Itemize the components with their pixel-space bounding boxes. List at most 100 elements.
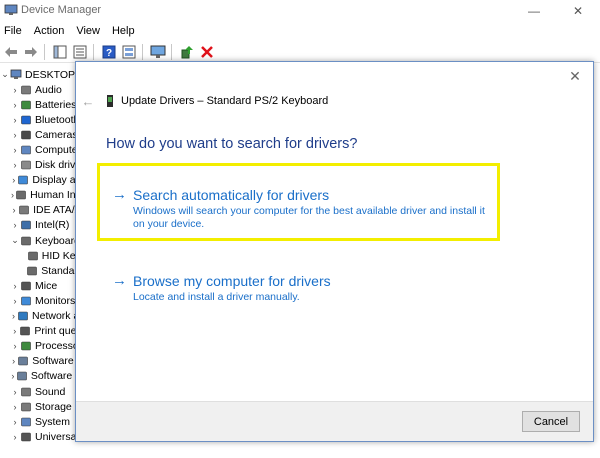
chevron-right-icon[interactable]: ›: [10, 384, 20, 399]
chevron-right-icon[interactable]: ›: [10, 97, 20, 112]
keyboard-icon: [26, 265, 38, 277]
tree-view-icon: [53, 45, 67, 58]
option-title: Search automatically for drivers: [133, 186, 330, 203]
bluetooth-icon: [20, 114, 32, 126]
display-icon: [17, 174, 29, 186]
tree-item-label: Storage: [35, 400, 72, 413]
chip-icon: [20, 219, 32, 231]
tree-root-label: DESKTOP: [25, 68, 75, 81]
toolbar-separator: [44, 43, 45, 60]
system-icon: [20, 416, 32, 428]
help-icon: ?: [102, 45, 116, 59]
keyboard-icon: [20, 235, 32, 247]
chevron-right-icon[interactable]: ›: [10, 399, 20, 414]
chevron-right-icon[interactable]: ›: [10, 112, 20, 127]
minimize-button[interactable]: —: [512, 0, 556, 22]
properties-icon: [73, 45, 87, 58]
tree-item-label: Universal: [35, 430, 79, 443]
chevron-right-icon[interactable]: ›: [10, 339, 20, 354]
browse-computer-option[interactable]: → Browse my computer for drivers Locate …: [112, 272, 493, 304]
arrow-right-icon: →: [112, 186, 127, 203]
software-icon: [17, 355, 29, 367]
tree-item-label: Cameras: [35, 128, 78, 141]
update-driver-button[interactable]: [178, 43, 196, 61]
chevron-right-icon[interactable]: ›: [10, 324, 19, 339]
scan-hardware-button[interactable]: [149, 43, 167, 61]
mouse-icon: [20, 280, 32, 292]
option-description: Windows will search your computer for th…: [133, 205, 485, 230]
toolbar: ?: [0, 41, 600, 63]
forward-arrow-icon: [25, 46, 37, 57]
properties-button[interactable]: [71, 43, 89, 61]
printer-icon: [19, 325, 31, 337]
chevron-right-icon[interactable]: ›: [10, 278, 20, 293]
update-driver-icon: [181, 45, 193, 58]
dialog-close-button[interactable]: ✕: [567, 68, 583, 84]
device-manager-app-icon: [4, 4, 18, 15]
forward-button[interactable]: [22, 43, 40, 61]
red-x-icon: [201, 45, 213, 58]
menu-view[interactable]: View: [70, 22, 106, 40]
close-window-button[interactable]: ✕: [556, 0, 600, 22]
chevron-right-icon[interactable]: ›: [10, 142, 20, 157]
keyboard-device-icon: [107, 95, 113, 107]
search-automatically-option[interactable]: → Search automatically for drivers Windo…: [112, 186, 493, 231]
uninstall-device-button[interactable]: [198, 43, 216, 61]
network-icon: [17, 310, 29, 322]
chevron-right-icon[interactable]: ›: [10, 309, 17, 324]
chevron-right-icon[interactable]: ›: [10, 414, 20, 429]
keyboard-icon: [27, 250, 39, 262]
dialog-title: Update Drivers – Standard PS/2 Keyboard: [121, 95, 329, 107]
toolbar-separator: [93, 43, 94, 60]
tree-item-label: Sound: [35, 385, 66, 398]
chevron-right-icon[interactable]: ›: [10, 173, 17, 188]
tree-item-label: Audio: [35, 83, 62, 96]
chevron-down-icon[interactable]: ⌄: [0, 67, 10, 82]
tree-item-label: Monitors: [35, 294, 76, 307]
chevron-right-icon[interactable]: ›: [10, 354, 17, 369]
svg-text:?: ?: [106, 48, 112, 59]
computer-icon: [20, 144, 32, 156]
menu-help[interactable]: Help: [106, 22, 141, 40]
view-details-button[interactable]: [120, 43, 138, 61]
monitor-scan-icon: [150, 45, 166, 58]
menu-bar: File Action View Help: [0, 22, 600, 40]
camera-icon: [20, 129, 32, 141]
battery-icon: [20, 99, 32, 111]
computer-icon: [10, 69, 22, 81]
ide-icon: [18, 204, 30, 216]
option-description: Locate and install a driver manually.: [133, 291, 300, 303]
toolbar-separator: [142, 43, 143, 60]
dialog-footer: Cancel: [76, 401, 593, 441]
tree-item-label: Mice: [35, 279, 58, 292]
toolbar-separator: [171, 43, 172, 60]
tree-item-label: System: [35, 415, 71, 428]
arrow-right-icon: →: [112, 272, 127, 289]
chevron-right-icon[interactable]: ›: [10, 82, 20, 97]
show-hide-tree-button[interactable]: [51, 43, 69, 61]
chevron-right-icon[interactable]: ›: [10, 218, 20, 233]
dialog-back-button[interactable]: ←: [82, 94, 95, 109]
tree-item-label: Batteries: [35, 98, 77, 111]
disk-icon: [20, 159, 32, 171]
menu-action[interactable]: Action: [28, 22, 71, 40]
chevron-right-icon[interactable]: ›: [10, 429, 20, 444]
speaker-icon: [20, 84, 32, 96]
back-button[interactable]: [2, 43, 20, 61]
monitor-icon: [20, 295, 32, 307]
help-button[interactable]: ?: [100, 43, 118, 61]
back-arrow-icon: [5, 46, 17, 57]
window-title: Device Manager: [21, 4, 102, 16]
chevron-right-icon[interactable]: ›: [10, 293, 20, 308]
dialog-question: How do you want to search for drivers?: [106, 136, 358, 152]
chevron-right-icon[interactable]: ›: [10, 203, 18, 218]
storage-icon: [20, 401, 32, 413]
chevron-right-icon[interactable]: ›: [10, 127, 20, 142]
tree-item-label: Intel(R): [35, 219, 70, 232]
chevron-down-icon[interactable]: ⌄: [10, 233, 20, 248]
menu-file[interactable]: File: [0, 22, 28, 40]
software-icon: [16, 370, 28, 382]
cancel-button[interactable]: Cancel: [522, 411, 580, 432]
chevron-right-icon[interactable]: ›: [10, 158, 20, 173]
update-drivers-dialog: ✕ ← Update Drivers – Standard PS/2 Keybo…: [75, 61, 594, 442]
